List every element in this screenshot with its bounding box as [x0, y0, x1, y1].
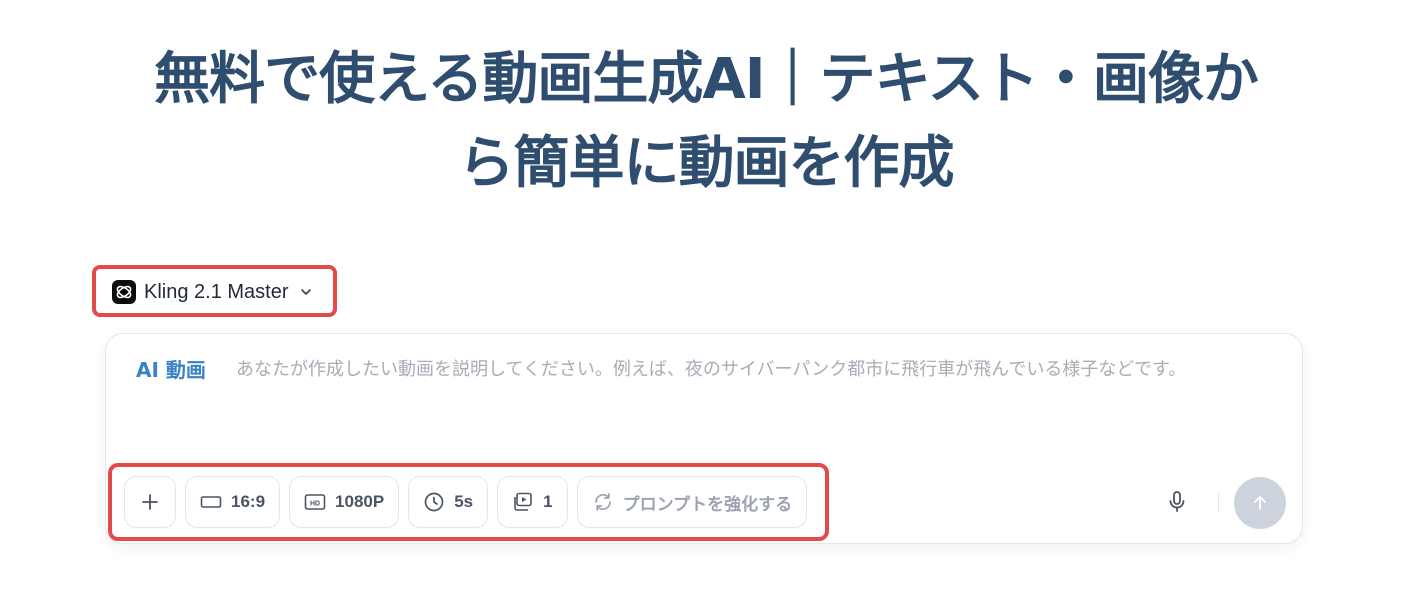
prompt-input[interactable] [236, 352, 1288, 432]
svg-text:HD: HD [310, 501, 320, 508]
enhance-prompt-label: プロンプトを強化する [622, 494, 793, 514]
video-count-button[interactable]: 1 [497, 476, 568, 528]
page-title-line-2: ら簡単に動画を作成 [458, 131, 955, 196]
page: 無料で使える動画生成AI｜テキスト・画像か ら簡単に動画を作成 Kling 2.… [0, 0, 1412, 601]
microphone-icon [1169, 491, 1185, 512]
aspect-ratio-icon [200, 496, 222, 508]
ai-video-label: AI 動画 [136, 358, 206, 382]
aspect-ratio-button[interactable]: 16:9 [185, 476, 281, 528]
hd-icon: HD [304, 494, 326, 510]
toolbar-divider [1218, 492, 1219, 512]
aspect-ratio-value: 16:9 [231, 492, 266, 511]
model-selector[interactable]: Kling 2.1 Master [112, 280, 313, 304]
send-button[interactable] [1234, 477, 1286, 529]
page-title-line-1: 無料で使える動画生成AI｜テキスト・画像か [154, 47, 1259, 112]
microphone-button[interactable] [1164, 489, 1190, 515]
duration-value: 5s [454, 492, 474, 511]
generation-options-toolbar: 16:9 HD 1080P 5s 1 プロンプトを強化する [124, 476, 808, 528]
clock-icon [424, 492, 444, 512]
arrow-up-icon [1254, 496, 1266, 510]
resolution-value: 1080P [335, 492, 385, 511]
model-selector-highlight: Kling 2.1 Master [92, 265, 337, 317]
kling-logo-icon [112, 280, 136, 304]
video-count-icon [514, 492, 532, 511]
resolution-button[interactable]: HD 1080P [289, 476, 400, 528]
page-title: 無料で使える動画生成AI｜テキスト・画像か ら簡単に動画を作成 [60, 38, 1352, 206]
add-button[interactable] [124, 476, 176, 528]
chevron-down-icon [300, 289, 311, 295]
enhance-prompt-button[interactable]: プロンプトを強化する [576, 476, 808, 528]
duration-button[interactable]: 5s [408, 476, 489, 528]
model-name: Kling 2.1 Master [144, 280, 289, 303]
refresh-icon [594, 493, 611, 511]
video-count-value: 1 [543, 492, 553, 511]
plus-icon [142, 494, 158, 510]
